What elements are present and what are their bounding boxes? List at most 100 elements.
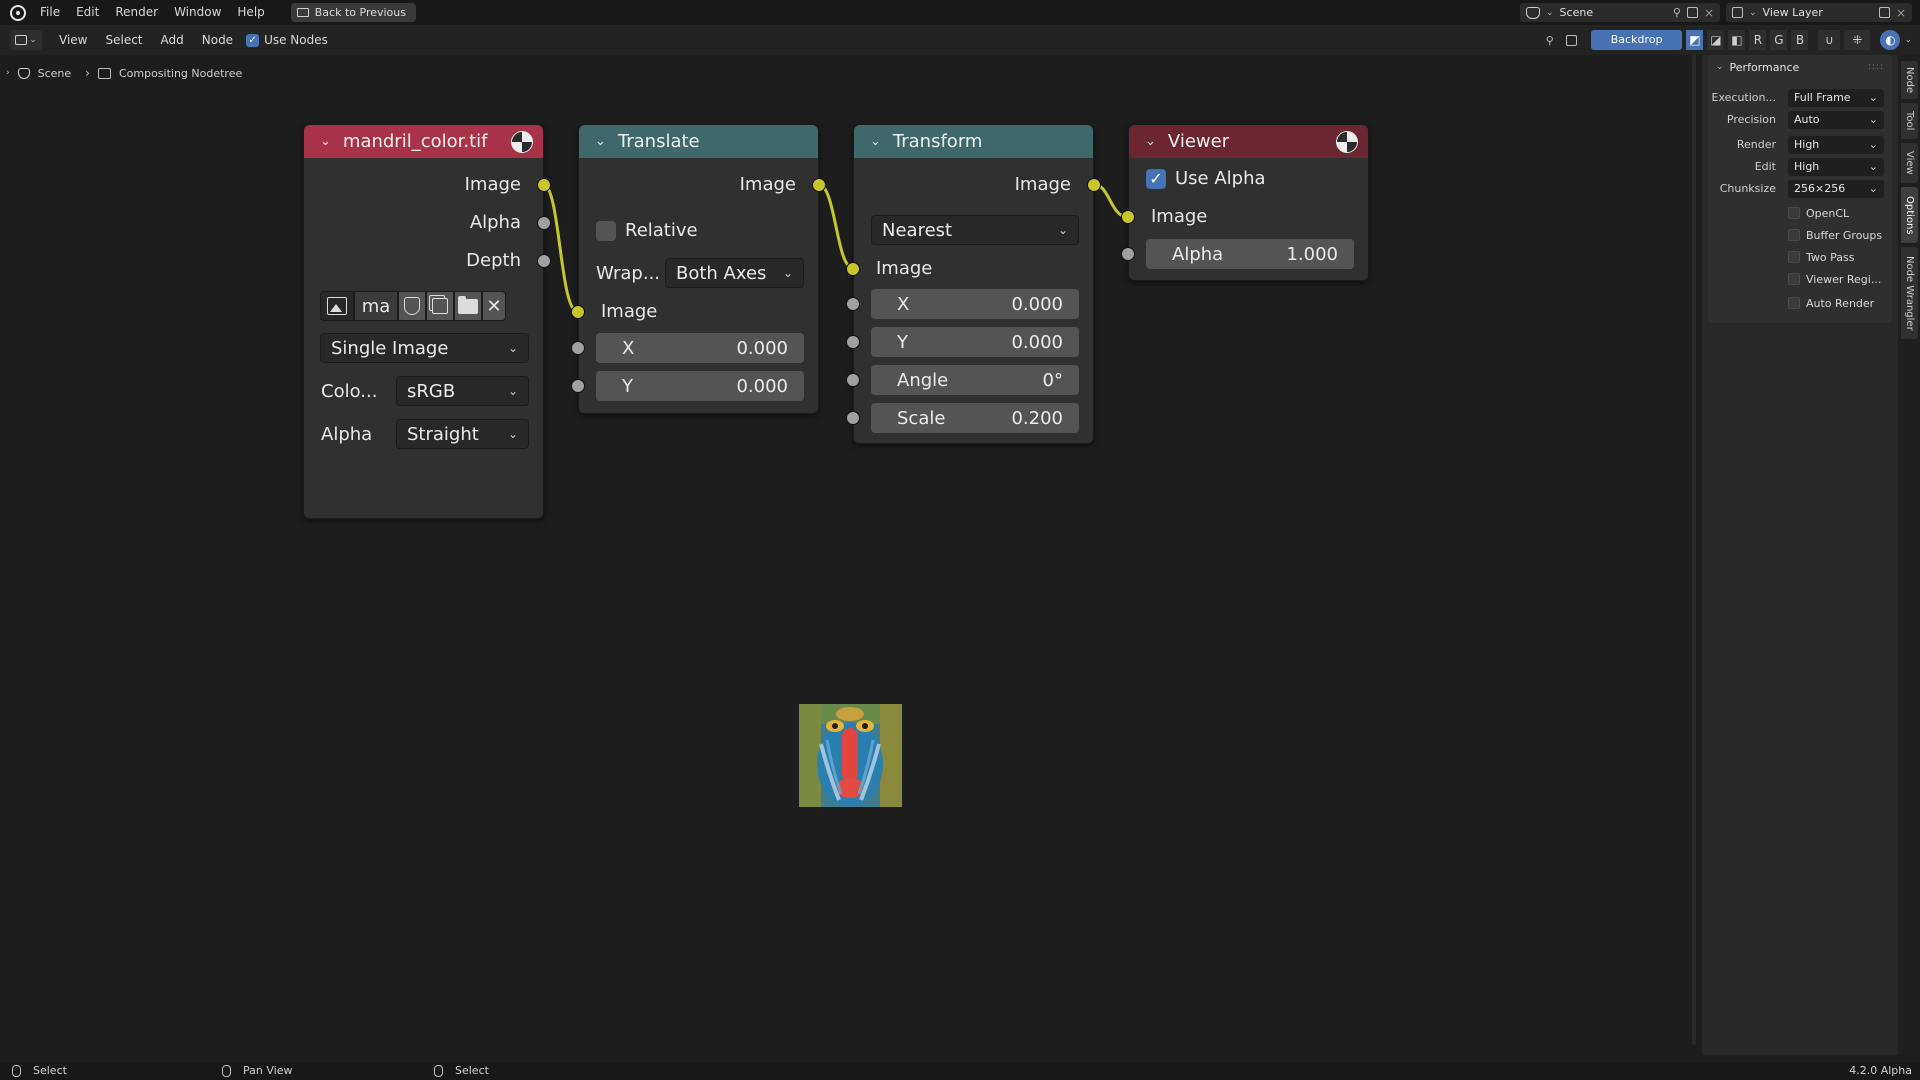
- viewer-node-header[interactable]: ⌄ Viewer: [1129, 125, 1368, 158]
- tab-node-wrangler[interactable]: Node Wrangler: [1901, 247, 1918, 339]
- channel-g-button[interactable]: G: [1770, 30, 1788, 50]
- unlink-image-button[interactable]: ✕: [482, 291, 506, 321]
- transform-node-header[interactable]: ⌄ Transform: [854, 125, 1093, 158]
- transform-node[interactable]: ⌄ Transform Image Nearest ⌄ Image X 0.00…: [846, 124, 1101, 444]
- viewer-region-checkbox[interactable]: [1788, 273, 1800, 285]
- pin-icon[interactable]: ⚲: [1546, 34, 1554, 47]
- performance-panel-header[interactable]: ⌄ Performance ::::: [1708, 55, 1892, 79]
- wrapping-dropdown[interactable]: Both Axes ⌄: [665, 258, 804, 288]
- input-image-socket[interactable]: [1121, 210, 1135, 224]
- canvas-scrollbar[interactable]: [1692, 55, 1696, 1045]
- close-icon[interactable]: ×: [1896, 7, 1906, 19]
- translate-node-header[interactable]: ⌄ Translate: [579, 125, 818, 158]
- color-alpha-channel-icon[interactable]: ◩: [1686, 30, 1704, 50]
- execution-mode-select[interactable]: Full Frame ⌄: [1788, 89, 1884, 107]
- input-y-socket[interactable]: [846, 335, 860, 349]
- collapse-icon[interactable]: ⌄: [320, 134, 331, 149]
- auto-render-checkbox[interactable]: [1788, 297, 1800, 309]
- menu-render[interactable]: Render: [107, 0, 166, 25]
- parent-node-tree-icon[interactable]: [1565, 34, 1577, 46]
- blender-logo-icon[interactable]: [10, 4, 26, 21]
- color-space-dropdown[interactable]: sRGB ⌄: [396, 376, 529, 406]
- input-image-socket[interactable]: [846, 262, 860, 276]
- preview-sphere-icon[interactable]: [1336, 130, 1358, 153]
- channel-r-button[interactable]: R: [1749, 30, 1767, 50]
- input-scale-socket[interactable]: [846, 411, 860, 425]
- input-x-socket[interactable]: [846, 297, 860, 311]
- pin-icon[interactable]: ⚲: [1673, 6, 1681, 19]
- output-image-socket[interactable]: [812, 178, 826, 192]
- precision-select[interactable]: Auto ⌄: [1788, 111, 1884, 129]
- new-view-layer-icon[interactable]: [1878, 7, 1890, 18]
- use-nodes-checkbox[interactable]: ✓: [246, 33, 260, 47]
- render-quality-select[interactable]: High ⌄: [1788, 136, 1884, 154]
- output-alpha-socket[interactable]: [537, 216, 551, 230]
- auto-render-toggle[interactable]: Auto Render: [1788, 295, 1874, 311]
- filter-type-dropdown[interactable]: Nearest ⌄: [871, 215, 1079, 245]
- menu-node[interactable]: Node: [193, 33, 242, 47]
- collapse-icon[interactable]: ⌄: [595, 134, 606, 149]
- chevron-down-icon[interactable]: ⌄: [1904, 35, 1912, 45]
- channel-b-button[interactable]: B: [1791, 30, 1809, 50]
- relative-checkbox[interactable]: [596, 221, 616, 241]
- transform-x-field[interactable]: X 0.000: [871, 289, 1079, 319]
- menu-edit[interactable]: Edit: [68, 0, 107, 25]
- input-alpha-socket[interactable]: [1121, 247, 1135, 261]
- menu-window[interactable]: Window: [166, 0, 229, 25]
- input-angle-socket[interactable]: [846, 373, 860, 387]
- buffer-groups-toggle[interactable]: Buffer Groups: [1788, 227, 1882, 243]
- browse-image-button[interactable]: [320, 291, 354, 321]
- menu-add[interactable]: Add: [152, 33, 193, 47]
- translate-y-field[interactable]: Y 0.000: [596, 371, 804, 401]
- viewer-region-toggle[interactable]: Viewer Regi...: [1788, 271, 1881, 287]
- two-pass-toggle[interactable]: Two Pass: [1788, 249, 1854, 265]
- opencl-checkbox[interactable]: [1788, 207, 1800, 219]
- input-image-socket[interactable]: [571, 305, 585, 319]
- snap-icon[interactable]: ∪: [1818, 30, 1841, 50]
- tab-options[interactable]: Options: [1901, 187, 1918, 243]
- alpha-channel-icon[interactable]: ◧: [1728, 30, 1746, 50]
- output-depth-socket[interactable]: [537, 254, 551, 268]
- transform-scale-field[interactable]: Scale 0.200: [871, 403, 1079, 433]
- tab-tool[interactable]: Tool: [1901, 103, 1918, 139]
- input-y-socket[interactable]: [571, 379, 585, 393]
- translate-node[interactable]: ⌄ Translate Image Relative Wrap... Both …: [571, 124, 826, 414]
- scene-selector[interactable]: ⌄ Scene ⚲ ×: [1520, 3, 1720, 22]
- overlays-icon[interactable]: ◐: [1880, 30, 1901, 50]
- duplicate-image-button[interactable]: [426, 291, 454, 321]
- image-source-dropdown[interactable]: Single Image ⌄: [320, 333, 529, 363]
- transform-angle-field[interactable]: Angle 0°: [871, 365, 1079, 395]
- color-channel-icon[interactable]: ◪: [1707, 30, 1725, 50]
- viewer-alpha-field[interactable]: Alpha 1.000: [1146, 239, 1354, 269]
- drag-handle-icon[interactable]: ::::: [1868, 62, 1884, 72]
- output-image-socket[interactable]: [1087, 178, 1101, 192]
- menu-select[interactable]: Select: [96, 33, 151, 47]
- node-canvas[interactable]: ⌄ mandril_color.tif Image Alpha Depth ma…: [0, 55, 1700, 1055]
- back-to-previous-button[interactable]: Back to Previous: [290, 3, 416, 22]
- backdrop-button[interactable]: Backdrop: [1590, 30, 1683, 50]
- open-image-button[interactable]: [454, 291, 482, 321]
- image-node[interactable]: ⌄ mandril_color.tif Image Alpha Depth ma…: [303, 124, 551, 519]
- menu-view[interactable]: View: [50, 33, 96, 47]
- tab-node[interactable]: Node: [1901, 61, 1918, 99]
- collapse-icon[interactable]: ⌄: [1145, 134, 1156, 149]
- translate-x-field[interactable]: X 0.000: [596, 333, 804, 363]
- view-layer-selector[interactable]: ⌄ View Layer ×: [1726, 3, 1912, 22]
- use-nodes-toggle[interactable]: ✓ Use Nodes: [246, 33, 328, 47]
- opencl-toggle[interactable]: OpenCL: [1788, 205, 1849, 221]
- menu-help[interactable]: Help: [229, 0, 272, 25]
- image-node-header[interactable]: ⌄ mandril_color.tif: [304, 125, 543, 158]
- output-image-socket[interactable]: [537, 178, 551, 192]
- fake-user-button[interactable]: [398, 291, 426, 321]
- buffer-groups-checkbox[interactable]: [1788, 229, 1800, 241]
- two-pass-checkbox[interactable]: [1788, 251, 1800, 263]
- tab-view[interactable]: View: [1901, 143, 1918, 183]
- collapse-icon[interactable]: ⌄: [870, 134, 881, 149]
- input-x-socket[interactable]: [571, 341, 585, 355]
- transform-y-field[interactable]: Y 0.000: [871, 327, 1079, 357]
- preview-sphere-icon[interactable]: [511, 130, 533, 153]
- new-scene-icon[interactable]: [1686, 7, 1698, 18]
- menu-file[interactable]: File: [32, 0, 68, 25]
- snap-target-icon[interactable]: ⁜: [1844, 30, 1871, 50]
- chunksize-select[interactable]: 256×256 ⌄: [1788, 180, 1884, 198]
